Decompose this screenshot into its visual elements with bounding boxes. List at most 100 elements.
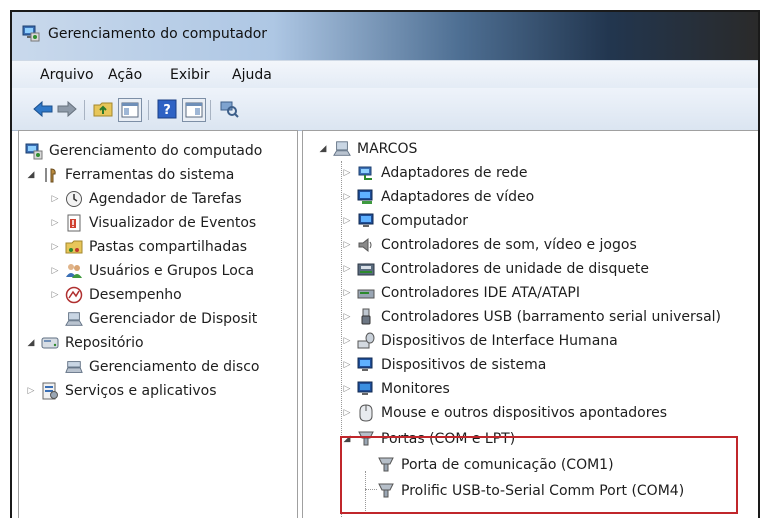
tree-root-computer-management[interactable]: Gerenciamento do computado: [25, 139, 262, 163]
tree-label: Serviços e aplicativos: [65, 383, 217, 399]
expanded-arrow-icon[interactable]: ◢: [25, 169, 37, 181]
tree-label: Ferramentas do sistema: [65, 167, 235, 183]
menu-acao[interactable]: Ação: [108, 67, 142, 83]
collapsed-arrow-icon[interactable]: ▷: [49, 217, 61, 229]
floppy-controller-icon: [357, 260, 375, 278]
device-manager-icon: [65, 310, 83, 328]
console-tree-pane: Gerenciamento do computado ◢ Ferramentas…: [18, 130, 298, 518]
device-category-monitors[interactable]: ▷ Monitores: [341, 377, 450, 401]
collapsed-arrow-icon[interactable]: ▷: [341, 335, 353, 347]
toolbar-separator: [148, 100, 149, 120]
tree-label: Pastas compartilhadas: [89, 239, 248, 255]
help-icon[interactable]: ?: [156, 98, 178, 120]
device-category-sound-video-game[interactable]: ▷ Controladores de som, vídeo e jogos: [341, 233, 637, 257]
collapsed-arrow-icon[interactable]: ▷: [49, 289, 61, 301]
system-devices-icon: [357, 356, 375, 374]
storage-icon: [41, 334, 59, 352]
tree-label: Controladores USB (barramento serial uni…: [381, 309, 722, 325]
device-category-mice-pointing[interactable]: ▷ Mouse e outros dispositivos apontadore…: [341, 401, 667, 425]
collapsed-arrow-icon[interactable]: ▷: [341, 239, 353, 251]
tools-icon: [41, 166, 59, 184]
tree-item-system-tools[interactable]: ◢ Ferramentas do sistema: [25, 163, 235, 187]
back-arrow-icon[interactable]: [32, 98, 54, 120]
monitor-icon: [357, 212, 375, 230]
tree-item-disk-management[interactable]: Gerenciamento de disco: [65, 355, 259, 379]
collapsed-arrow-icon[interactable]: ▷: [341, 167, 353, 179]
toolbar: ?: [12, 88, 758, 131]
collapsed-arrow-icon[interactable]: ▷: [341, 383, 353, 395]
forward-arrow-icon[interactable]: [56, 98, 78, 120]
scan-hardware-icon[interactable]: [218, 98, 240, 120]
tree-label: Controladores de som, vídeo e jogos: [381, 237, 637, 253]
computer-management-icon: [25, 142, 43, 160]
collapsed-arrow-icon[interactable]: ▷: [25, 385, 37, 397]
toolbar-separator: [84, 100, 85, 120]
speaker-icon: [357, 236, 375, 254]
device-category-computer[interactable]: ▷ Computador: [341, 209, 468, 233]
network-adapter-icon: [357, 164, 375, 182]
mouse-icon: [357, 404, 375, 422]
show-hide-action-pane-icon[interactable]: [182, 98, 206, 122]
tree-item-task-scheduler[interactable]: ▷ Agendador de Tarefas: [49, 187, 242, 211]
tree-label: Repositório: [65, 335, 144, 351]
up-folder-icon[interactable]: [92, 98, 114, 120]
performance-icon: [65, 286, 83, 304]
display-adapter-icon: [357, 188, 375, 206]
clock-icon: [65, 190, 83, 208]
device-category-system-devices[interactable]: ▷ Dispositivos de sistema: [341, 353, 547, 377]
window-title: Gerenciamento do computador: [48, 26, 268, 42]
device-category-human-interface[interactable]: ▷ Dispositivos de Interface Humana: [341, 329, 618, 353]
collapsed-arrow-icon[interactable]: ▷: [341, 191, 353, 203]
tree-label: MARCOS: [357, 141, 418, 157]
expanded-arrow-icon[interactable]: ◢: [25, 337, 37, 349]
toolbar-separator: [210, 100, 211, 120]
menu-arquivo[interactable]: Arquivo: [40, 67, 94, 83]
event-viewer-icon: [65, 214, 83, 232]
collapsed-arrow-icon[interactable]: ▷: [341, 359, 353, 371]
device-category-floppy-controllers[interactable]: ▷ Controladores de unidade de disquete: [341, 257, 649, 281]
usb-icon: [357, 308, 375, 326]
collapsed-arrow-icon[interactable]: ▷: [341, 287, 353, 299]
tree-label: Mouse e outros dispositivos apontadores: [381, 405, 668, 421]
device-category-ide-ata-atapi[interactable]: ▷ Controladores IDE ATA/ATAPI: [341, 281, 580, 305]
menu-exibir[interactable]: Exibir: [170, 67, 210, 83]
tree-label: Dispositivos de Interface Humana: [381, 333, 618, 349]
services-icon: [41, 382, 59, 400]
tree-item-services-applications[interactable]: ▷ Serviços e aplicativos: [25, 379, 217, 403]
collapsed-arrow-icon[interactable]: ▷: [341, 215, 353, 227]
tree-label: Controladores IDE ATA/ATAPI: [381, 285, 581, 301]
tree-label: Gerenciamento de disco: [89, 359, 260, 375]
expanded-arrow-icon[interactable]: ◢: [317, 143, 329, 155]
collapsed-arrow-icon[interactable]: ▷: [341, 311, 353, 323]
monitor-icon: [357, 380, 375, 398]
tree-label: Usuários e Grupos Loca: [89, 263, 255, 279]
tree-item-computer-root[interactable]: ◢ MARCOS: [317, 137, 418, 161]
tree-item-shared-folders[interactable]: ▷ Pastas compartilhadas: [49, 235, 248, 259]
device-category-network-adapters[interactable]: ▷ Adaptadores de rede: [341, 161, 528, 185]
hid-icon: [357, 332, 375, 350]
svg-text:?: ?: [163, 103, 171, 118]
title-bar[interactable]: Gerenciamento do computador: [12, 12, 758, 60]
menu-bar: Arquivo Ação Exibir Ajuda: [12, 60, 758, 89]
collapsed-arrow-icon[interactable]: ▷: [341, 407, 353, 419]
tree-label: Monitores: [381, 381, 450, 397]
tree-item-device-manager[interactable]: Gerenciador de Disposit: [65, 307, 257, 331]
device-category-display-adapters[interactable]: ▷ Adaptadores de vídeo: [341, 185, 535, 209]
collapsed-arrow-icon[interactable]: ▷: [49, 265, 61, 277]
menu-ajuda[interactable]: Ajuda: [232, 67, 272, 83]
tree-root-label: Gerenciamento do computado: [49, 143, 263, 159]
tree-item-local-users-groups[interactable]: ▷ Usuários e Grupos Loca: [49, 259, 255, 283]
collapsed-arrow-icon[interactable]: ▷: [49, 193, 61, 205]
users-group-icon: [65, 262, 83, 280]
collapsed-arrow-icon[interactable]: ▷: [49, 241, 61, 253]
device-category-usb-controllers[interactable]: ▷ Controladores USB (barramento serial u…: [341, 305, 721, 329]
tree-label: Adaptadores de vídeo: [381, 189, 535, 205]
tree-label: Desempenho: [89, 287, 182, 303]
tree-label: Controladores de unidade de disquete: [381, 261, 649, 277]
collapsed-arrow-icon[interactable]: ▷: [341, 263, 353, 275]
tree-item-performance[interactable]: ▷ Desempenho: [49, 283, 182, 307]
tree-label: Visualizador de Eventos: [89, 215, 257, 231]
tree-item-event-viewer[interactable]: ▷ Visualizador de Eventos: [49, 211, 256, 235]
show-hide-tree-icon[interactable]: [118, 98, 142, 122]
tree-item-storage[interactable]: ◢ Repositório: [25, 331, 144, 355]
